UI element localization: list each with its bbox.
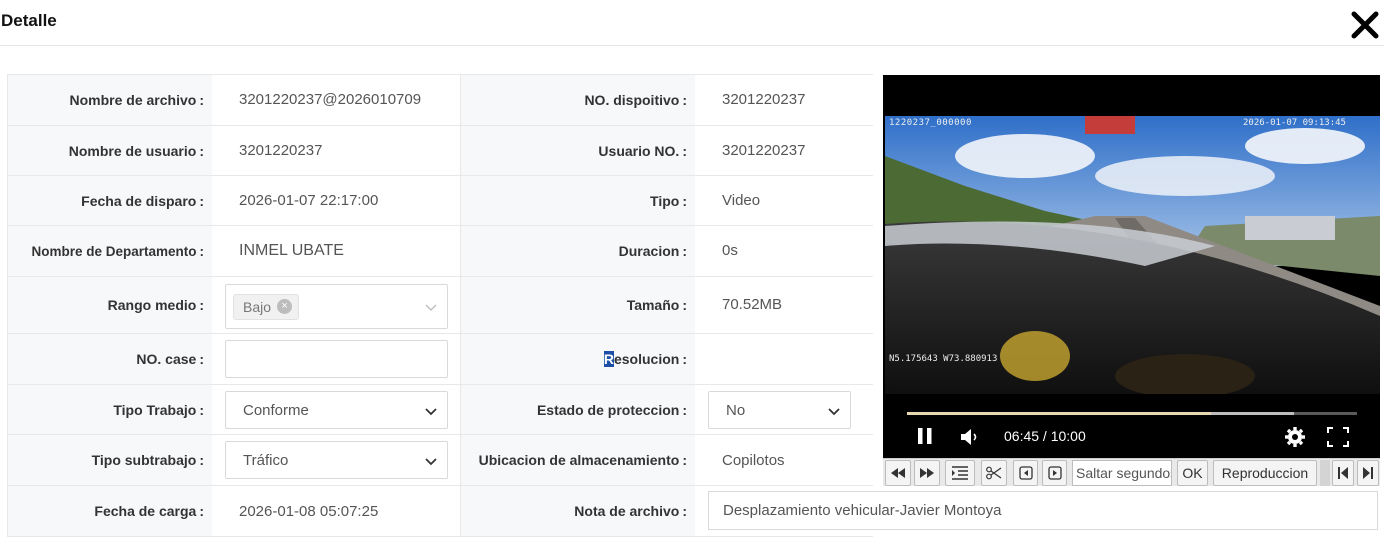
- size-label: Tamaño:: [460, 277, 695, 333]
- frame-back-icon: [1018, 466, 1033, 480]
- video-controls: 06:45 / 10:00: [883, 395, 1380, 459]
- seek-seconds-input[interactable]: Saltar segundos: [1072, 460, 1172, 486]
- form-row: NO. case: Resolucion:: [7, 334, 873, 385]
- osd-top-right: 2026-01-07 09:13:45: [1243, 118, 1346, 128]
- duration-value: 0s: [722, 242, 738, 259]
- work-subtype-label: Tipo subtrabajo:: [7, 435, 212, 485]
- skip-end-button[interactable]: [1357, 460, 1379, 486]
- next-frame-button[interactable]: [1042, 460, 1067, 486]
- department-value: INMEL UBATE: [239, 242, 344, 259]
- work-subtype-select[interactable]: Tráfico: [225, 441, 448, 479]
- protection-select[interactable]: No: [708, 391, 851, 429]
- user-no-value: 3201220237: [722, 142, 806, 159]
- close-icon[interactable]: [1350, 10, 1380, 40]
- work-type-select[interactable]: Conforme: [225, 391, 448, 429]
- department-label: Nombre de Departamento:: [7, 226, 212, 276]
- fast-forward-icon: [920, 468, 934, 478]
- protection-label: Estado de proteccion:: [460, 385, 695, 434]
- form-row: Nombre de Departamento: INMEL UBATE Dura…: [7, 226, 873, 277]
- fast-forward-button[interactable]: [914, 460, 940, 486]
- rewind-icon: [891, 468, 905, 478]
- time-display: 06:45 / 10:00: [1004, 428, 1086, 444]
- playback-button[interactable]: Reproduccion: [1213, 460, 1317, 486]
- chevron-down-icon: [828, 408, 840, 416]
- file-name-value: 3201220237@2026010709: [239, 91, 422, 108]
- prev-frame-button[interactable]: [1013, 460, 1038, 486]
- case-no-input[interactable]: [225, 340, 448, 378]
- trigger-date-value: 2026-01-07 22:17:00: [239, 192, 379, 209]
- ok-button[interactable]: OK: [1177, 460, 1208, 486]
- note-label: Nota de archivo:: [460, 486, 695, 536]
- user-name-label: Nombre de usuario:: [7, 126, 212, 175]
- type-value: Video: [722, 192, 761, 209]
- resolution-label: Resolucion:: [460, 334, 695, 384]
- note-input[interactable]: Desplazamiento vehicular-Javier Montoya: [708, 491, 1378, 530]
- list-button[interactable]: [945, 460, 975, 486]
- skip-end-icon: [1363, 467, 1373, 479]
- frame-forward-icon: [1047, 466, 1062, 480]
- toolbar-scroll-gap: [1320, 460, 1330, 486]
- range-label: Rango medio:: [7, 277, 212, 333]
- video-frame: 1220237_000000 2026-01-07 09:13:45 N5.17…: [885, 116, 1380, 394]
- rewind-button[interactable]: [885, 460, 911, 486]
- scissors-icon: [986, 466, 1002, 480]
- storage-value: Copilotos: [722, 452, 785, 469]
- dialog-header: Detalle: [0, 0, 1384, 46]
- duration-label: Duracion:: [460, 226, 695, 276]
- work-type-label: Tipo Trabajo:: [7, 385, 212, 434]
- chevron-down-icon: [425, 458, 437, 466]
- file-name-label: Nombre de archivo:: [7, 75, 212, 125]
- upload-date-label: Fecha de carga:: [7, 486, 212, 536]
- range-select[interactable]: Bajo ×: [225, 284, 448, 329]
- device-no-value: 3201220237: [722, 91, 806, 108]
- form-row: Rango medio: Bajo × Tamaño: 70.52MB: [7, 277, 873, 334]
- form-row: Nombre de archivo: 3201220237@2026010709…: [7, 75, 873, 126]
- skip-start-icon: [1338, 467, 1348, 479]
- cut-button[interactable]: [981, 460, 1007, 486]
- playback-toolbar: Saltar segundos OK Reproduccion: [883, 458, 1380, 486]
- size-value: 70.52MB: [722, 296, 783, 313]
- trigger-date-label: Fecha de disparo:: [7, 176, 212, 225]
- upload-date-value: 2026-01-08 05:07:25: [239, 503, 379, 520]
- case-no-label: NO. case:: [7, 334, 212, 384]
- video-player[interactable]: 1220237_000000 2026-01-07 09:13:45 N5.17…: [883, 75, 1380, 486]
- form-row: Nombre de usuario: 3201220237 Usuario NO…: [7, 126, 873, 176]
- fullscreen-icon[interactable]: [1327, 427, 1349, 447]
- list-indent-icon: [952, 466, 968, 480]
- type-label: Tipo:: [460, 176, 695, 225]
- tag-remove-icon[interactable]: ×: [277, 299, 293, 314]
- osd-top-left: 1220237_000000: [889, 118, 972, 128]
- chevron-down-icon: [425, 304, 437, 311]
- storage-label: Ubicacion de almacenamiento:: [460, 435, 695, 485]
- resolution-value: [695, 334, 873, 384]
- progress-fill: [907, 412, 1211, 415]
- form-row: Tipo subtrabajo: Tráfico Ubicacion de al…: [7, 435, 873, 486]
- chevron-down-icon: [425, 408, 437, 416]
- dialog-title: Detalle: [1, 11, 57, 30]
- form-row: Tipo Trabajo: Conforme Estado de protecc…: [7, 385, 873, 435]
- form-row: Fecha de disparo: 2026-01-07 22:17:00 Ti…: [7, 176, 873, 226]
- osd-gps: N5.175643 W73.880913: [889, 354, 997, 364]
- settings-icon[interactable]: [1284, 426, 1306, 448]
- range-tag: Bajo ×: [233, 293, 300, 320]
- progress-bar[interactable]: [907, 412, 1357, 415]
- user-no-label: Usuario NO.:: [460, 126, 695, 175]
- detail-form: Nombre de archivo: 3201220237@2026010709…: [7, 74, 873, 537]
- device-no-label: NO. dispoitivo:: [460, 75, 695, 125]
- user-name-value: 3201220237: [239, 142, 323, 159]
- pause-icon[interactable]: [916, 427, 934, 445]
- skip-start-button[interactable]: [1332, 460, 1354, 486]
- volume-icon[interactable]: [960, 428, 980, 446]
